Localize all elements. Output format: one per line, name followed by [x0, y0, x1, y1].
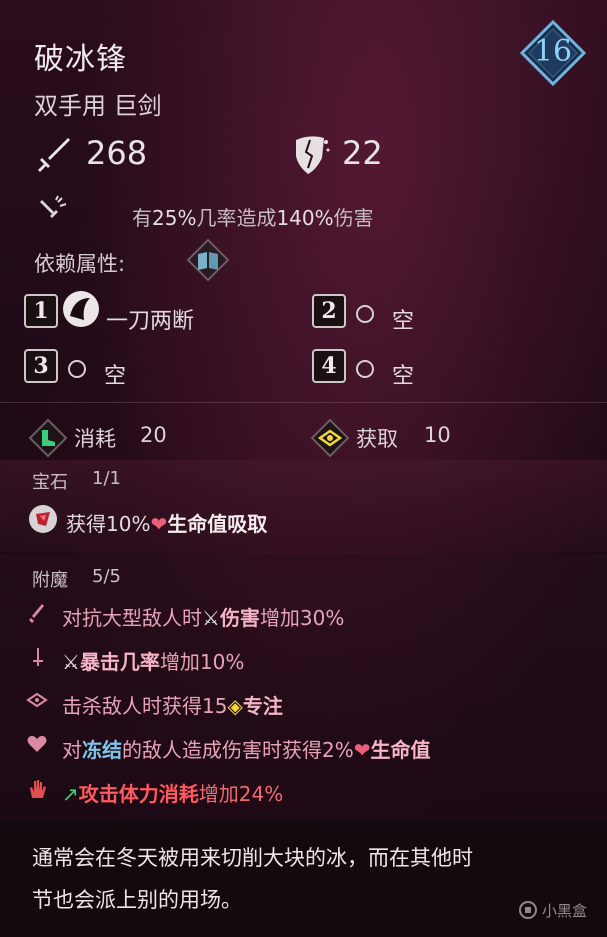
- sword-icon: [34, 134, 74, 178]
- enchant-line-1-value: 增加30%: [259, 606, 345, 630]
- stamina-boot-icon: [28, 418, 68, 462]
- slot-number-2: 2: [312, 294, 346, 328]
- slot-number-1: 1: [24, 294, 58, 328]
- gem-count: 1/1: [92, 468, 121, 489]
- item-type: 双手用 巨剑: [34, 92, 162, 120]
- empty-slot-circle-icon: [356, 305, 374, 323]
- divider: [0, 402, 607, 403]
- shield-break-icon: [290, 132, 332, 180]
- crit-suffix: 伤害: [333, 206, 374, 230]
- gem-effect-highlight: 生命值吸取: [167, 512, 268, 536]
- gain-label: 获取: [356, 427, 398, 451]
- enchant-line-4-frozen: 冻结: [82, 738, 122, 762]
- focus-eye-icon: [310, 418, 350, 462]
- crit-sword-icon: [36, 194, 68, 230]
- slot-label-4: 空: [392, 364, 415, 389]
- crit-chance: 25%: [152, 206, 197, 230]
- slot-number-4: 4: [312, 349, 346, 383]
- damage-value: 268: [86, 134, 148, 172]
- enchant-dagger-icon: [28, 646, 48, 672]
- lore-line-1: 通常会在冬天被用来切削大块的冰，而在其他时: [32, 846, 473, 870]
- slot-label-2: 空: [392, 309, 415, 334]
- skill-shadow-icon[interactable]: [60, 288, 102, 334]
- gem-effect: 获得10%❤生命值吸取: [66, 508, 267, 537]
- enchant-line-4: 对冻结的敌人造成伤害时获得2%❤生命值: [62, 734, 431, 763]
- stamina-small-icon: ↗: [62, 782, 79, 806]
- enchant-line-3-highlight: 专注: [242, 694, 283, 718]
- watermark-logo-icon: [518, 900, 538, 924]
- enchant-count: 5/5: [92, 566, 121, 587]
- enchant-line-1-text: 对抗大型敌人时: [62, 606, 202, 630]
- consume-label: 消耗: [74, 427, 116, 451]
- attribute-label: 依赖属性:: [34, 252, 126, 276]
- crit-mid: 几率造成: [196, 206, 277, 230]
- empty-slot-circle-icon: [356, 360, 374, 378]
- heart-icon: ❤: [150, 512, 168, 536]
- enchant-line-3: 击杀敌人时获得15◈专注: [62, 690, 283, 719]
- enchant-line-3-text: 击杀敌人时获得15: [62, 694, 228, 718]
- gem-section: 宝石 1/1 获得10%❤生命值吸取: [0, 460, 607, 552]
- gem-effect-prefix: 获得10%: [66, 512, 151, 536]
- watermark-text: 小黑盒: [542, 902, 588, 920]
- enchant-line-5-value: 增加24%: [198, 782, 284, 806]
- crit-description: 有25%几率造成140%伤害: [132, 202, 374, 231]
- enchant-label: 附魔: [32, 570, 68, 591]
- enchant-heart-icon: [26, 734, 48, 758]
- enchant-line-2-value: 增加10%: [159, 650, 245, 674]
- consume-value: 20: [140, 423, 167, 447]
- enchant-line-4-text: 对: [62, 738, 82, 762]
- gain-value: 10: [424, 423, 451, 447]
- enchant-eye-icon: [26, 692, 48, 712]
- gem-label: 宝石: [32, 472, 68, 493]
- heart-icon: ❤: [353, 738, 371, 762]
- enchant-line-2-highlight: 暴击几率: [79, 650, 160, 674]
- gem-icon: [26, 502, 60, 540]
- enchant-line-4-highlight: 生命值: [370, 738, 431, 762]
- book-attribute-icon[interactable]: [186, 238, 230, 286]
- lore-line-2: 节也会派上别的用场。: [32, 888, 242, 912]
- enchant-line-2: ⚔暴击几率增加10%: [62, 646, 244, 675]
- enchant-line-5-highlight: 攻击体力消耗: [78, 782, 199, 806]
- crit-small-icon: ⚔: [62, 650, 80, 674]
- lore-section: 通常会在冬天被用来切削大块的冰，而在其他时 节也会派上别的用场。 小黑盒: [0, 820, 607, 937]
- crit-damage: 140%: [276, 206, 334, 230]
- enchant-line-1: 对抗大型敌人时⚔伤害增加30%: [62, 602, 344, 631]
- enchant-line-5: ↗攻击体力消耗增加24%: [62, 778, 283, 807]
- slot-label-1: 一刀两断: [106, 309, 195, 334]
- level-number: 16: [533, 34, 573, 69]
- item-tooltip-panel: 破冰锋 双手用 巨剑 16 268 22 有25%几率造成140%伤害 依赖属性…: [0, 0, 607, 937]
- slot-label-3: 空: [104, 364, 127, 389]
- level-badge: 16: [519, 19, 587, 87]
- enchant-section: 附魔 5/5 对抗大型敌人时⚔伤害增加30% ⚔暴击几率增加10% 击杀敌人时获…: [0, 554, 607, 820]
- enchant-sword-icon: [28, 602, 48, 628]
- small-sword-icon: ⚔: [202, 606, 220, 630]
- enchant-hand-icon: [26, 778, 48, 804]
- crit-prefix: 有: [132, 206, 152, 230]
- stagger-value: 22: [342, 134, 383, 172]
- enchant-line-1-highlight: 伤害: [219, 606, 260, 630]
- item-name: 破冰锋: [34, 42, 127, 77]
- focus-small-icon: ◈: [227, 694, 243, 718]
- empty-slot-circle-icon: [68, 360, 86, 378]
- enchant-line-4-text2: 的敌人造成伤害时获得2%: [122, 738, 354, 762]
- slot-number-3: 3: [24, 349, 58, 383]
